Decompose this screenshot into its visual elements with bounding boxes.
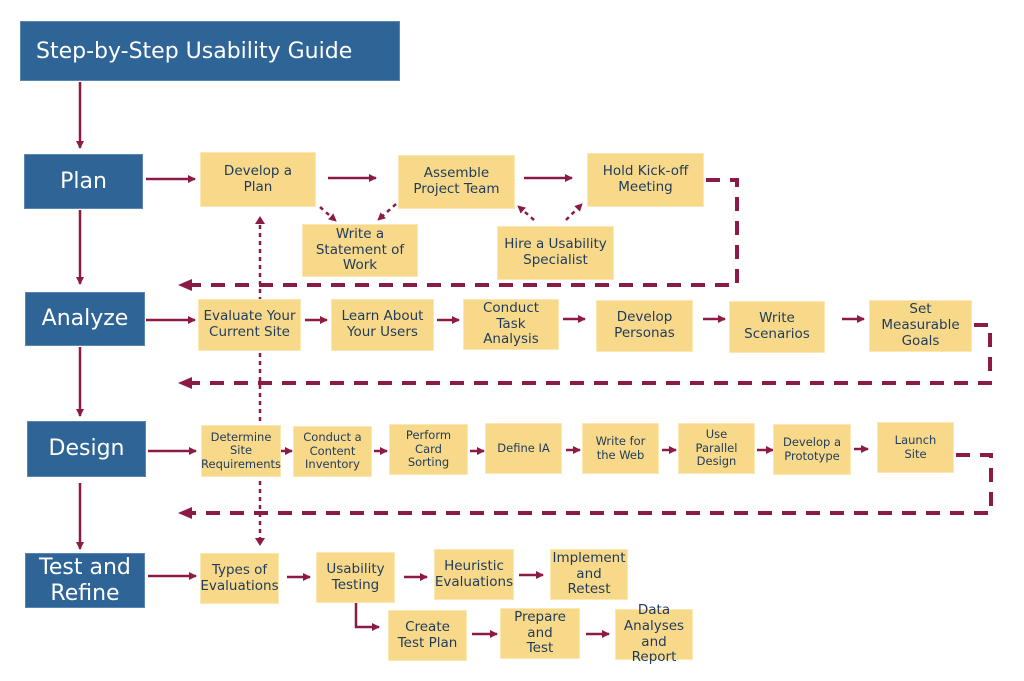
step-implement-retest: Implement and Retest xyxy=(550,549,628,600)
dotted-arrow-hire-to-team xyxy=(517,205,535,221)
dashed-loop-plan-arrowhead xyxy=(178,279,192,291)
step-create-test-plan: Create Test Plan xyxy=(388,610,467,661)
step-prototype: Develop a Prototype xyxy=(773,424,851,475)
step-hire-specialist: Hire a Usability Specialist xyxy=(497,226,614,280)
step-define-ia: Define IA xyxy=(485,423,562,474)
step-heuristic-evaluations: Heuristic Evaluations xyxy=(434,549,514,600)
step-scenarios: Write Scenarios xyxy=(729,301,825,353)
step-kickoff-meeting: Hold Kick-off Meeting xyxy=(587,153,704,207)
phase-plan: Plan xyxy=(24,154,143,209)
step-task-analysis: Conduct Task Analysis xyxy=(463,299,559,350)
step-data-analyses: Data Analyses and Report xyxy=(615,602,693,665)
dotted-arrow-team-to-sow xyxy=(377,203,397,221)
step-personas: Develop Personas xyxy=(596,300,693,352)
step-prepare-test: Prepare and Test xyxy=(500,608,580,659)
arrow-test-branch xyxy=(354,603,380,631)
dotted-connector-arrowhead-down xyxy=(255,538,265,546)
step-types-evaluations: Types of Evaluations xyxy=(200,553,279,604)
dotted-arrow-plan-to-sow xyxy=(319,206,337,222)
step-learn-users: Learn About Your Users xyxy=(331,299,434,351)
usability-guide-diagram: Step-by-Step Usability Guide Plan Analyz… xyxy=(0,0,1024,681)
step-parallel-design: Use Parallel Design xyxy=(678,423,755,474)
step-statement-of-work: Write a Statement of Work xyxy=(302,224,418,277)
step-measurable-goals: Set Measurable Goals xyxy=(869,300,972,352)
dotted-arrow-hire-to-kickoff xyxy=(565,203,583,221)
step-assemble-team: Assemble Project Team xyxy=(398,155,515,209)
phase-test-and-refine: Test and Refine xyxy=(25,553,145,608)
dashed-loop-design-arrowhead xyxy=(178,507,192,519)
step-site-requirements: Determine Site Requirements xyxy=(201,425,281,477)
dashed-loop-analyze-arrowhead xyxy=(178,377,192,389)
phase-analyze: Analyze xyxy=(25,292,145,346)
dotted-connector-arrowhead-up xyxy=(255,216,265,224)
diagram-title: Step-by-Step Usability Guide xyxy=(20,21,400,81)
step-content-inventory: Conduct a Content Inventory xyxy=(293,426,372,477)
phase-design: Design xyxy=(27,421,146,477)
step-evaluate-site: Evaluate Your Current Site xyxy=(198,299,301,351)
step-launch-site: Launch Site xyxy=(877,422,954,473)
step-write-web: Write for the Web xyxy=(582,423,659,474)
step-card-sorting: Perform Card Sorting xyxy=(389,424,468,475)
step-develop-plan: Develop a Plan xyxy=(200,152,316,207)
step-usability-testing: Usability Testing xyxy=(316,552,395,603)
